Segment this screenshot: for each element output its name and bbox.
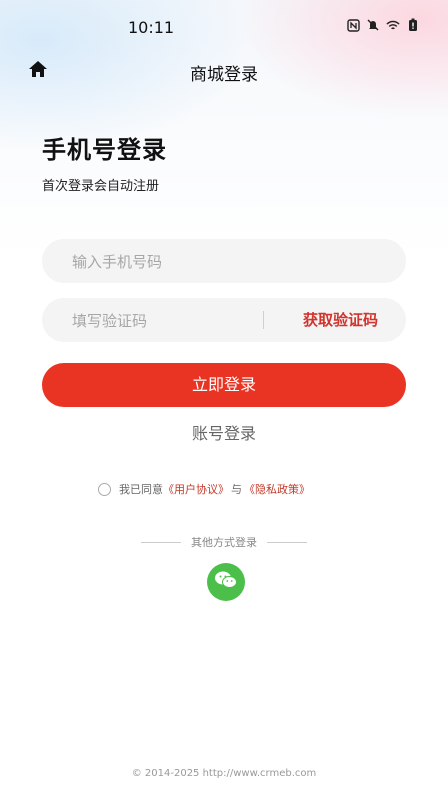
agree-prefix: 我已同意 (119, 483, 163, 496)
login-title: 手机号登录 (42, 136, 167, 164)
footer-copyright: © 2014-2025 http://www.crmeb.com (131, 768, 317, 779)
divider-line-right (267, 541, 307, 543)
get-code-button[interactable]: 获取验证码 (303, 298, 378, 342)
code-field: 获取验证码 (42, 298, 406, 344)
agreement-row: 我已同意 《用户协议》 与 《隐私政策》 (98, 480, 310, 498)
agree-radio[interactable] (98, 482, 111, 496)
nfc-icon (346, 18, 360, 32)
status-icons (346, 18, 420, 32)
login-button[interactable]: 立即登录 (42, 363, 406, 407)
code-input[interactable] (70, 298, 274, 344)
agree-and: 与 (231, 483, 242, 496)
login-subtitle: 首次登录会自动注册 (42, 179, 160, 194)
phone-input[interactable] (70, 239, 274, 285)
battery-icon (406, 18, 420, 32)
phone-field (42, 239, 406, 285)
status-bar: 10:11 (0, 0, 448, 56)
status-time: 10:11 (128, 18, 175, 37)
other-login-label: 其他方式登录 (191, 536, 257, 549)
mute-icon (366, 18, 380, 32)
wifi-icon (386, 18, 400, 32)
other-login-divider: 其他方式登录 (0, 534, 448, 550)
page-title: 商城登录 (190, 65, 258, 85)
divider-line-left (141, 541, 181, 543)
wechat-icon (214, 570, 238, 594)
user-agreement-link[interactable]: 《用户协议》 (163, 481, 229, 497)
nav-bar: 商城登录 (0, 56, 448, 86)
account-login-link[interactable]: 账号登录 (0, 420, 448, 444)
wechat-login-button[interactable] (207, 563, 245, 601)
field-divider (263, 311, 264, 329)
privacy-policy-link[interactable]: 《隐私政策》 (244, 481, 310, 497)
